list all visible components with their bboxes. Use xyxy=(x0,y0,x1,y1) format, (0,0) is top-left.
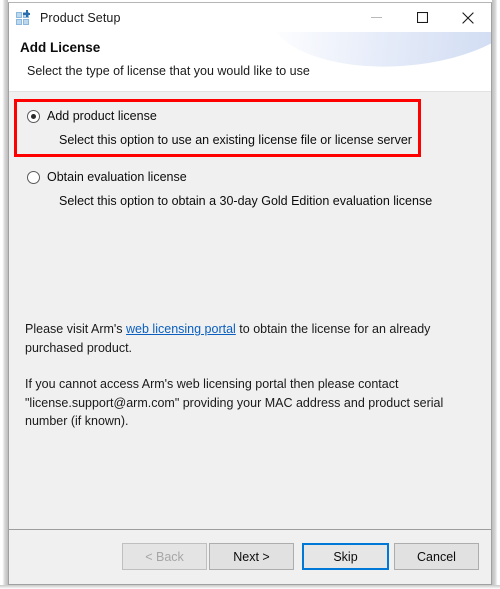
window-title-bar[interactable]: Product Setup xyxy=(9,3,491,32)
back-button[interactable]: < Back xyxy=(122,543,207,570)
paragraph-support-contact: If you cannot access Arm's web licensing… xyxy=(25,377,444,428)
wizard-footer: < Back Next > Skip Cancel xyxy=(9,530,491,584)
page-title: Add License xyxy=(20,40,101,55)
page-frame-left xyxy=(0,0,8,589)
radio-button-obtain-evaluation-license[interactable] xyxy=(27,170,40,184)
wizard-content: Add product license Select this option t… xyxy=(9,92,491,529)
paragraph-web-portal: Please visit Arm's web licensing portal … xyxy=(25,320,465,357)
radio-label-add-product-license: Add product license xyxy=(47,109,157,123)
window-title: Product Setup xyxy=(40,10,121,25)
close-icon[interactable] xyxy=(445,3,491,32)
next-button[interactable]: Next > xyxy=(209,543,294,570)
license-info-text: Please visit Arm's web licensing portal … xyxy=(25,320,465,431)
radio-label-obtain-evaluation-license: Obtain evaluation license xyxy=(47,170,187,184)
wizard-header: Add License Select the type of license t… xyxy=(9,32,491,91)
product-grid-icon xyxy=(15,10,31,26)
radio-option-add-product-license[interactable]: Add product license Select this option t… xyxy=(27,109,412,147)
minimize-icon[interactable] xyxy=(353,3,399,32)
maximize-icon[interactable] xyxy=(399,3,445,32)
page-subtitle: Select the type of license that you woul… xyxy=(27,64,310,78)
page-frame-right xyxy=(492,0,500,589)
product-setup-window: Product Setup Add License Select the typ… xyxy=(8,2,492,585)
web-licensing-portal-link[interactable]: web licensing portal xyxy=(126,322,236,336)
page-frame-bottom xyxy=(0,585,500,589)
cancel-button[interactable]: Cancel xyxy=(394,543,479,570)
radio-description-obtain-evaluation-license: Select this option to obtain a 30-day Go… xyxy=(59,194,433,208)
radio-description-add-product-license: Select this option to use an existing li… xyxy=(59,133,412,147)
radio-option-obtain-evaluation-license[interactable]: Obtain evaluation license Select this op… xyxy=(27,170,432,208)
radio-button-add-product-license[interactable] xyxy=(27,109,40,123)
paragraph-web-portal-prefix: Please visit Arm's xyxy=(25,322,127,336)
skip-button[interactable]: Skip xyxy=(302,543,389,570)
